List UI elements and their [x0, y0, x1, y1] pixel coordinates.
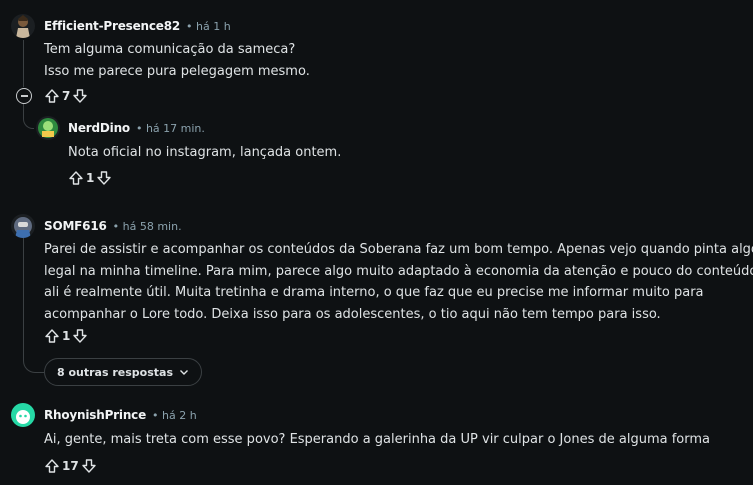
comment-line: Isso me parece pura pelegagem mesmo. [44, 63, 310, 79]
upvote-icon[interactable] [44, 88, 60, 104]
upvote-icon[interactable] [44, 458, 60, 474]
comment-body: Parei de assistir e acompanhar os conteú… [44, 239, 753, 325]
downvote-icon[interactable] [72, 328, 88, 344]
avatar[interactable] [36, 116, 60, 140]
comment-line: Tem alguma comunicação da sameca? [44, 42, 296, 57]
vote-bar: 1 [44, 328, 88, 344]
comment-line: Nota oficial no instagram, lançada ontem… [68, 145, 342, 160]
meta-separator: • [135, 121, 143, 135]
comment-meta: • há 58 min. [113, 220, 182, 233]
thread-branch [23, 352, 44, 373]
avatar[interactable] [11, 14, 35, 38]
comment-author[interactable]: Efficient-Presence82 [44, 19, 180, 33]
thread-line[interactable] [23, 238, 24, 360]
meta-separator: • [186, 19, 193, 33]
comment-line: ali é realmente útil. Muita tretinha e d… [44, 285, 704, 300]
comment-body: Ai, gente, mais treta com esse povo? Esp… [44, 429, 710, 451]
avatar[interactable] [11, 403, 35, 427]
avatar[interactable] [11, 214, 35, 238]
comment-line: Parei de assistir e acompanhar os conteú… [44, 242, 753, 257]
snoo-avatar-icon [36, 116, 60, 140]
comment-body: Tem alguma comunicação da sameca? Isso m… [44, 39, 310, 82]
comment-line: acompanhar o Lore todo. Deixa isso para … [44, 306, 661, 322]
chevron-down-icon [180, 370, 188, 375]
more-replies-button[interactable]: 8 outras respostas [44, 358, 202, 386]
collapse-thread-button[interactable] [16, 88, 32, 104]
comment-author[interactable]: RhoynishPrince [44, 408, 146, 422]
snoo-avatar-icon [11, 214, 35, 238]
upvote-icon[interactable] [68, 170, 84, 186]
downvote-icon[interactable] [81, 458, 97, 474]
comment-meta: • há 17 min. [136, 122, 205, 135]
meta-separator: • [112, 219, 120, 233]
comment-time[interactable]: há 1 h [196, 20, 231, 33]
comment-meta: • há 2 h [152, 409, 197, 422]
vote-count: 17 [62, 459, 79, 473]
comment-line: Ai, gente, mais treta com esse povo? Esp… [44, 432, 710, 447]
vote-count: 1 [86, 171, 95, 185]
snoo-avatar-icon [11, 403, 35, 427]
downvote-icon[interactable] [72, 88, 88, 104]
thread-line[interactable] [23, 40, 24, 87]
comment-meta: • há 1 h [186, 20, 231, 33]
downvote-icon[interactable] [96, 170, 112, 186]
snoo-avatar-icon [11, 14, 35, 38]
comment-time[interactable]: há 17 min. [146, 122, 205, 135]
comment-body: Nota oficial no instagram, lançada ontem… [68, 142, 341, 164]
comment-author[interactable]: NerdDino [68, 121, 130, 135]
vote-bar: 1 [68, 170, 112, 186]
vote-count: 1 [62, 329, 71, 343]
comment-time[interactable]: há 58 min. [123, 220, 182, 233]
vote-count: 7 [62, 89, 71, 103]
comment-line: legal na minha timeline. Para mim, parec… [44, 263, 753, 279]
more-replies-label: 8 outras respostas [57, 365, 173, 379]
minus-icon [20, 95, 28, 97]
thread-branch [23, 102, 34, 129]
comment-time[interactable]: há 2 h [162, 409, 197, 422]
upvote-icon[interactable] [44, 328, 60, 344]
vote-bar: 7 [44, 88, 88, 104]
comment-author[interactable]: SOMF616 [44, 219, 107, 233]
meta-separator: • [152, 408, 159, 422]
vote-bar: 17 [44, 458, 97, 474]
